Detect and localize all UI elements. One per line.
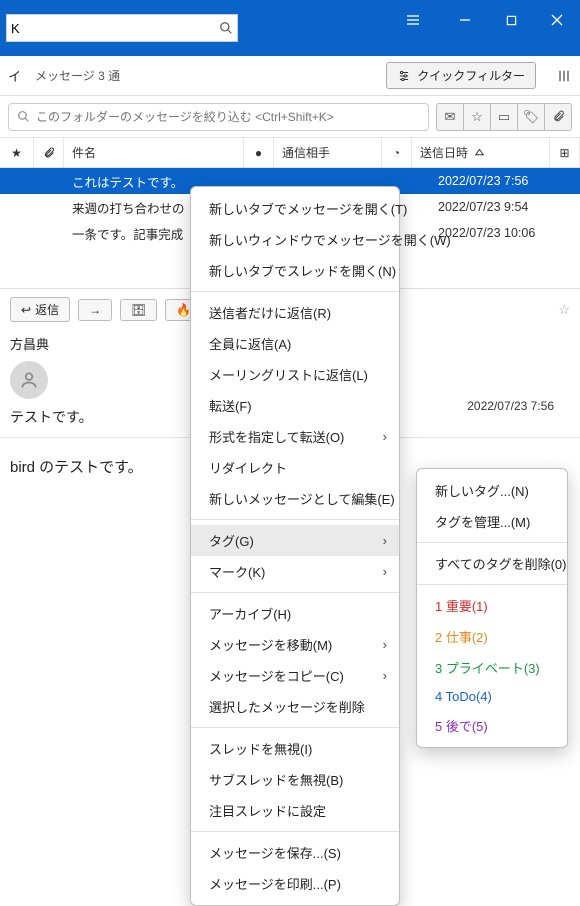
col-star[interactable]: ★	[0, 138, 34, 167]
window-controls	[442, 0, 580, 40]
filter-input-wrapper[interactable]	[8, 103, 429, 131]
col-date[interactable]: 送信日時	[412, 138, 550, 167]
menu-item-2[interactable]: 新しいタブでスレッドを開く(N)	[191, 255, 399, 286]
submenu-tag-4[interactable]: 4 ToDo(4)	[417, 683, 567, 710]
row-subject: 来週の打ち合わせの	[64, 198, 194, 217]
layout-icon[interactable]	[556, 68, 572, 84]
menu-item-10[interactable]: 新しいメッセージとして編集(E)	[191, 483, 399, 514]
col-correspondent[interactable]: 通信相手	[274, 138, 382, 167]
row-date: 2022/07/23 7:56	[430, 174, 580, 188]
row-date: 2022/07/23 9:54	[430, 200, 580, 214]
chevron-right-icon: ›	[383, 533, 387, 548]
submenu-tag-1[interactable]: 1 重要(1)	[417, 590, 567, 621]
submenu-tag-5[interactable]: 5 後で(5)	[417, 710, 567, 741]
filter-attachment-icon[interactable]	[544, 103, 572, 131]
filter-unread-icon[interactable]: ✉	[436, 103, 464, 131]
submenu-tag-3[interactable]: 3 プライベート(3)	[417, 652, 567, 683]
filter-contact-icon[interactable]: ▭	[490, 103, 518, 131]
folder-header: イ メッセージ 3 通 クイックフィルター	[0, 56, 580, 96]
chevron-right-icon: ›	[383, 637, 387, 652]
column-headers: ★ 件名 ● 通信相手 ◔ 送信日時 ⊞	[0, 138, 580, 168]
col-picker-icon[interactable]: ⊞	[550, 138, 580, 167]
filter-toolbar: ✉ ☆ ▭ 🏷	[0, 96, 580, 138]
menu-item-1[interactable]: 新しいウィンドウでメッセージを開く(W)	[191, 224, 399, 255]
col-junk-icon[interactable]: ◔	[382, 138, 412, 167]
context-menu: 新しいタブでメッセージを開く(T)新しいウィンドウでメッセージを開く(W)新しい…	[190, 186, 400, 906]
archive-button[interactable]: 🗄	[120, 299, 157, 321]
menu-item-12[interactable]: タグ(G)›	[191, 525, 399, 556]
col-subject[interactable]: 件名	[64, 138, 244, 167]
global-search[interactable]	[6, 14, 238, 42]
menu-item-18[interactable]: 選択したメッセージを削除	[191, 691, 399, 722]
col-read-icon[interactable]: ●	[244, 138, 274, 167]
row-subject: これはテストです。	[64, 172, 194, 191]
close-button[interactable]	[534, 0, 580, 40]
menu-item-25[interactable]: メッセージを印刷...(P)	[191, 868, 399, 899]
message-count: メッセージ 3 通	[35, 67, 120, 84]
submenu-remove-all-tags[interactable]: すべてのタグを削除(0)	[417, 548, 567, 579]
row-date: 2022/07/23 10:06	[430, 226, 580, 240]
global-search-input[interactable]	[11, 21, 219, 36]
sort-asc-icon	[475, 148, 484, 157]
menu-item-9[interactable]: リダイレクト	[191, 452, 399, 483]
quick-filter-label: クイックフィルター	[417, 67, 525, 84]
row-subject: 一条です。記事完成	[64, 224, 194, 243]
avatar	[10, 361, 48, 399]
chevron-right-icon: ›	[383, 668, 387, 683]
menu-item-5[interactable]: 全員に返信(A)	[191, 328, 399, 359]
app-menu-icon[interactable]	[390, 0, 436, 40]
filter-icon-group: ✉ ☆ ▭ 🏷	[437, 103, 572, 131]
col-attachment[interactable]	[34, 138, 64, 167]
minimize-button[interactable]	[442, 0, 488, 40]
filter-input[interactable]	[36, 110, 420, 124]
menu-item-6[interactable]: メーリングリストに返信(L)	[191, 359, 399, 390]
menu-item-4[interactable]: 送信者だけに返信(R)	[191, 297, 399, 328]
chevron-right-icon: ›	[383, 564, 387, 579]
search-icon	[17, 110, 30, 123]
filter-tag-icon[interactable]: 🏷	[517, 103, 545, 131]
menu-item-17[interactable]: メッセージをコピー(C)›	[191, 660, 399, 691]
submenu-manage-tags[interactable]: タグを管理...(M)	[417, 506, 567, 537]
submenu-tag-2[interactable]: 2 仕事(2)	[417, 621, 567, 652]
menu-item-21[interactable]: サブスレッドを無視(B)	[191, 764, 399, 795]
quick-filter-button[interactable]: クイックフィルター	[386, 62, 536, 89]
folder-name: イ	[8, 66, 21, 85]
menu-item-0[interactable]: 新しいタブでメッセージを開く(T)	[191, 193, 399, 224]
chevron-right-icon: ›	[383, 429, 387, 444]
star-icon[interactable]: ☆	[558, 302, 570, 318]
menu-item-16[interactable]: メッセージを移動(M)›	[191, 629, 399, 660]
menu-item-13[interactable]: マーク(K)›	[191, 556, 399, 587]
menu-item-8[interactable]: 形式を指定して転送(O)›	[191, 421, 399, 452]
reader-date: 2022/07/23 7:56	[467, 399, 554, 413]
menu-item-24[interactable]: メッセージを保存...(S)	[191, 837, 399, 868]
reply-button[interactable]: ↩ 返信	[10, 297, 70, 322]
titlebar	[0, 0, 580, 56]
from-name: 方昌典	[10, 334, 49, 353]
menu-item-22[interactable]: 注目スレッドに設定	[191, 795, 399, 826]
menu-item-20[interactable]: スレッドを無視(I)	[191, 733, 399, 764]
filter-starred-icon[interactable]: ☆	[463, 103, 491, 131]
menu-item-15[interactable]: アーカイブ(H)	[191, 598, 399, 629]
tag-submenu: 新しいタグ...(N) タグを管理...(M) すべてのタグを削除(0) 1 重…	[416, 468, 568, 748]
maximize-button[interactable]	[488, 0, 534, 40]
menu-item-7[interactable]: 転送(F)	[191, 390, 399, 421]
search-icon	[219, 21, 233, 35]
submenu-new-tag[interactable]: 新しいタグ...(N)	[417, 475, 567, 506]
forward-button[interactable]: →	[78, 299, 112, 321]
